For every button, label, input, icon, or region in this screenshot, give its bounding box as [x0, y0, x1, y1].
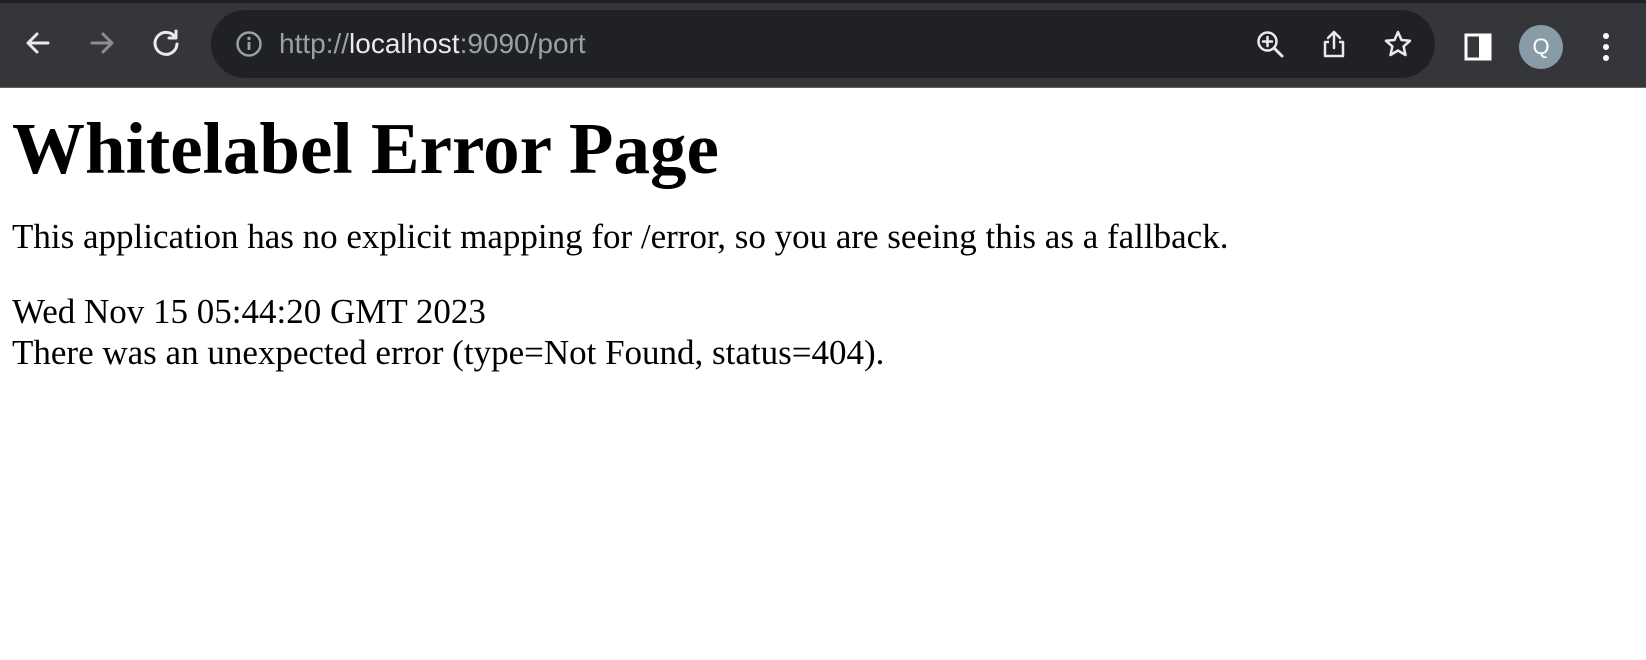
site-info-button[interactable]	[233, 28, 265, 60]
address-bar[interactable]: http://localhost:9090/port	[211, 10, 1435, 78]
url-text[interactable]: http://localhost:9090/port	[279, 10, 586, 78]
error-message: This application has no explicit mapping…	[12, 217, 1229, 256]
more-vert-icon	[1603, 33, 1609, 61]
error-timestamp: Wed Nov 15 05:44:20 GMT 2023	[12, 292, 486, 331]
share-icon	[1323, 30, 1345, 58]
forward-button[interactable]	[82, 23, 122, 63]
url-scheme: http://	[279, 28, 350, 59]
star-icon	[1384, 30, 1412, 57]
reload-icon	[153, 29, 179, 56]
side-panel-button[interactable]	[1458, 27, 1498, 67]
back-button[interactable]	[18, 23, 58, 63]
url-path: :9090/port	[459, 28, 586, 59]
info-icon	[236, 31, 262, 57]
browser-toolbar: http://localhost:9090/port Q	[0, 0, 1646, 88]
side-panel-icon	[1464, 33, 1492, 61]
forward-arrow-icon	[90, 32, 114, 54]
zoom-in-icon	[1257, 31, 1284, 58]
error-status: There was an unexpected error (type=Not …	[12, 333, 885, 372]
error-details: Wed Nov 15 05:44:20 GMT 2023 There was a…	[12, 291, 1228, 373]
share-button[interactable]	[1314, 24, 1354, 64]
bookmark-button[interactable]	[1378, 24, 1418, 64]
menu-button[interactable]	[1586, 27, 1626, 67]
reload-button[interactable]	[146, 23, 186, 63]
zoom-button[interactable]	[1250, 24, 1290, 64]
page-title: Whitelabel Error Page	[12, 108, 719, 189]
profile-avatar[interactable]: Q	[1519, 25, 1563, 69]
url-host: localhost	[349, 28, 460, 59]
page-content: Whitelabel Error Page This application h…	[12, 88, 1228, 373]
back-arrow-icon	[26, 32, 50, 54]
